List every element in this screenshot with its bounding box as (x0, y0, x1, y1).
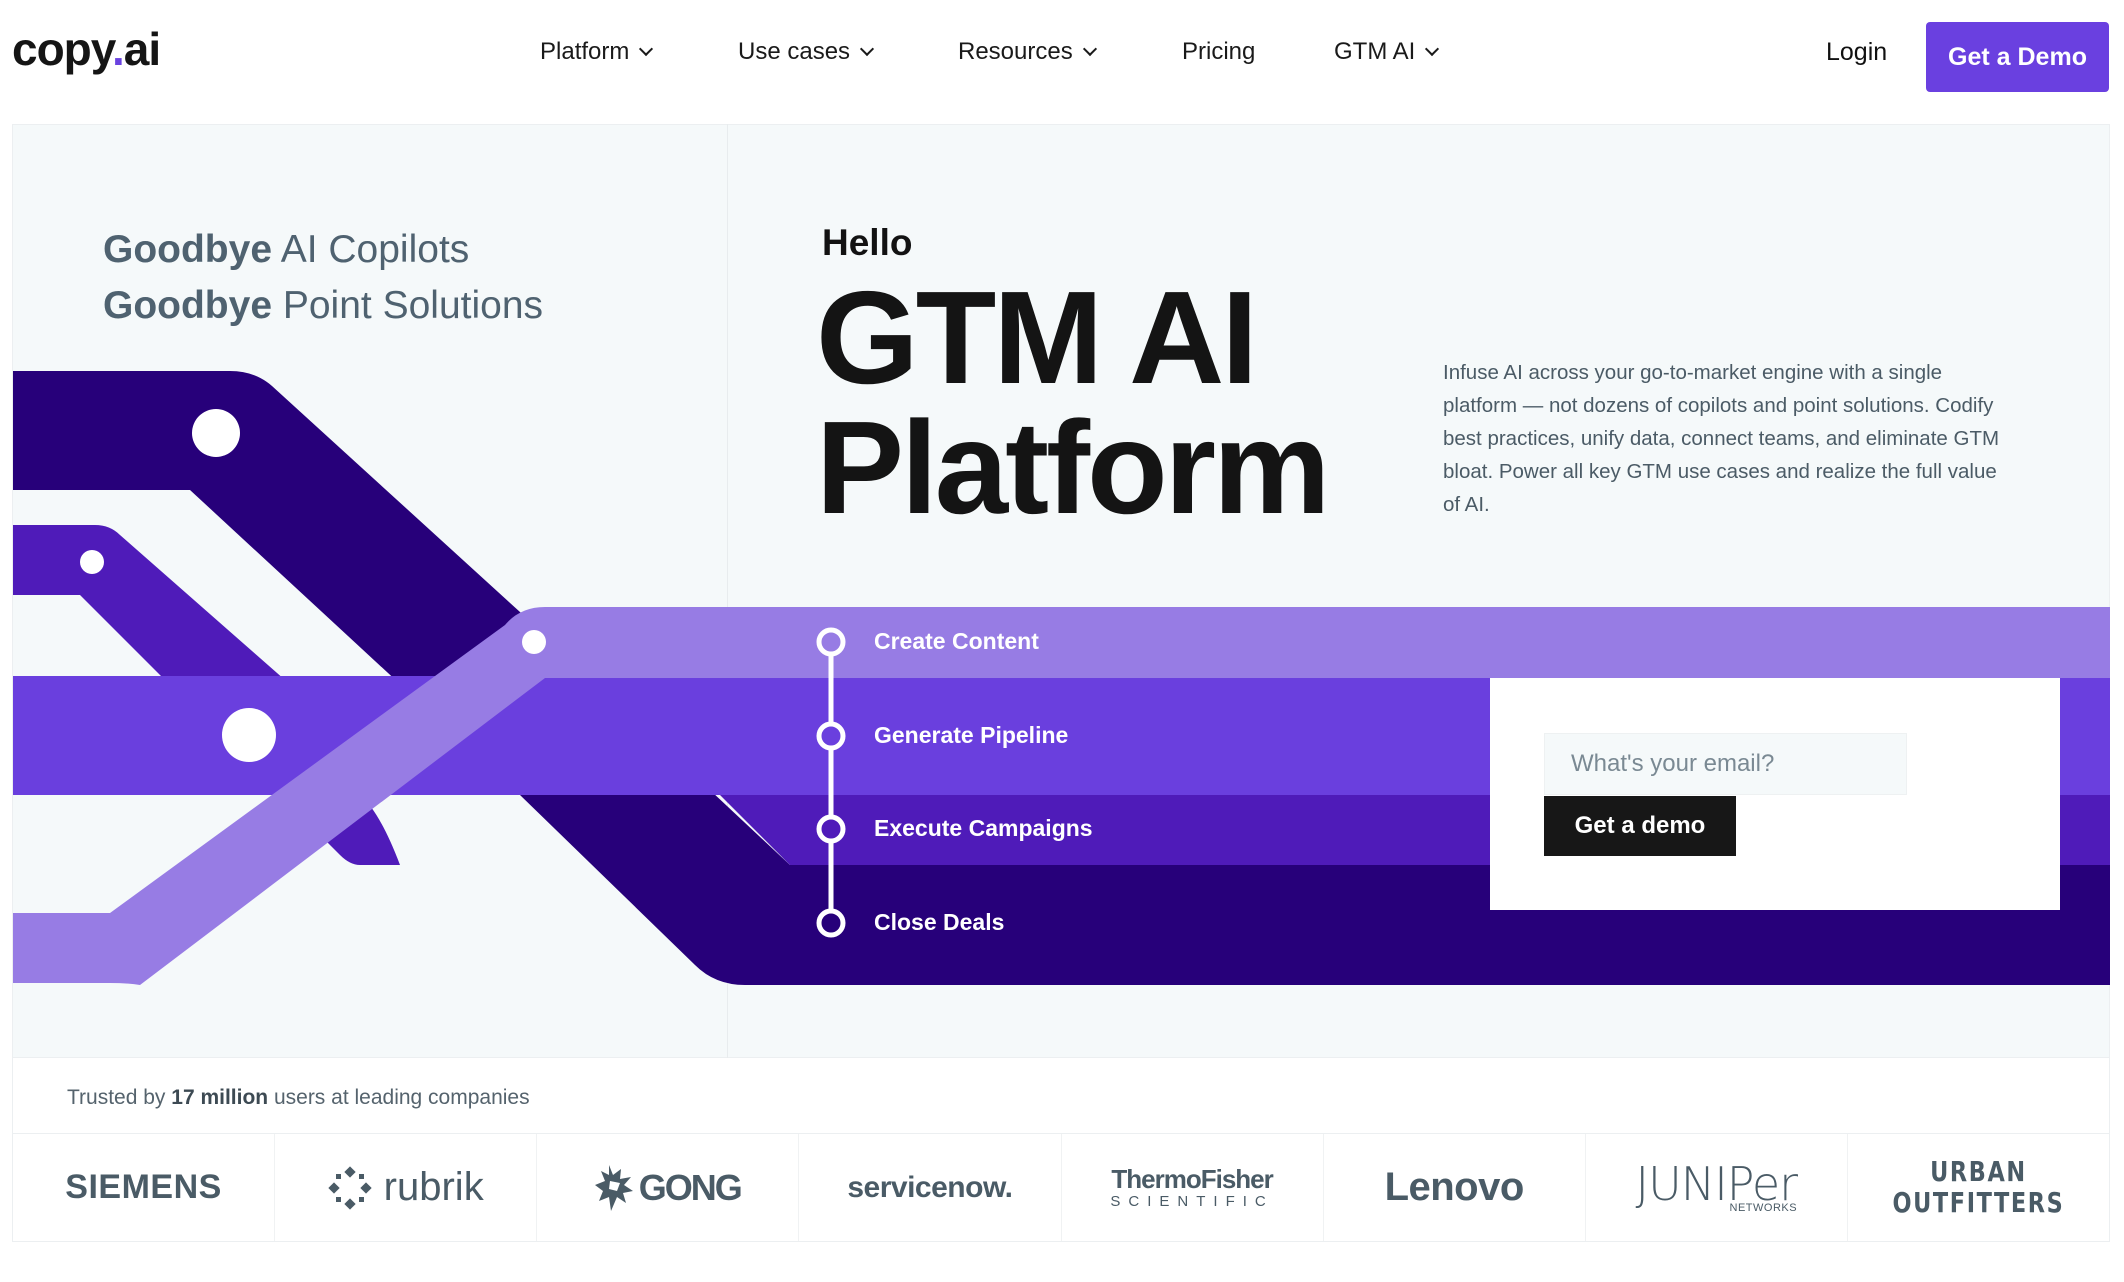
hero-title-line-1: GTM AI (816, 264, 1258, 411)
logo-juniper: JUNIPer NETWORKS (1586, 1134, 1848, 1241)
logo-text: JUNIPer (1635, 1157, 1799, 1211)
logo-text: GONG (638, 1166, 743, 1208)
goodbye-rest: Point Solutions (272, 284, 544, 327)
logo-urban-outfitters: URBAN OUTFITTERS (1848, 1134, 2109, 1241)
goodbye-bold: Goodbye (103, 284, 273, 327)
logo-lenovo: Lenovo (1324, 1134, 1586, 1241)
timeline-node (816, 721, 846, 751)
hero-hello: Hello (822, 222, 913, 263)
logo-subtext: NETWORKS (1729, 1202, 1798, 1214)
logo-text: URBAN (1930, 1154, 2027, 1188)
logo-text: rubrik (383, 1165, 484, 1209)
timeline-node (816, 814, 846, 844)
graphic-dot (192, 409, 240, 457)
get-a-demo-submit-button[interactable]: Get a demo (1544, 796, 1736, 856)
email-input[interactable] (1544, 733, 1907, 795)
logo-text: Lenovo (1384, 1165, 1525, 1209)
step-generate-pipeline: Generate Pipeline (874, 722, 1069, 748)
goodbye-line-2: Goodbye Point Solutions (103, 286, 543, 325)
logo-text: servicenow. (847, 1170, 1013, 1204)
graphic-dot (522, 630, 546, 654)
logo-thermo-fisher: ThermoFisher SCIENTIFIC (1062, 1134, 1324, 1241)
logo-gong: GONG (537, 1134, 800, 1241)
trusted-prefix: Trusted by (67, 1086, 172, 1109)
goodbye-rest: AI Copilots (272, 228, 470, 271)
goodbye-bold: Goodbye (103, 228, 273, 271)
logo-text: ThermoFisher (1111, 1164, 1273, 1194)
trusted-text: Trusted by 17 million users at leading c… (67, 1087, 530, 1108)
timeline-node (816, 908, 846, 938)
logo-subtext: SCIENTIFIC (1110, 1193, 1274, 1210)
hero-description: Infuse AI across your go-to-market engin… (1443, 361, 2000, 516)
customer-logos: SIEMENS rubrik GONG servicenow. ThermoFi… (12, 1133, 2110, 1242)
logo-servicenow: servicenow. (799, 1134, 1062, 1241)
trusted-highlight: 17 million (171, 1086, 269, 1109)
step-execute-campaigns: Execute Campaigns (874, 815, 1093, 841)
logo-rubrik: rubrik (275, 1134, 538, 1241)
logo-siemens: SIEMENS (13, 1134, 276, 1241)
graphic-dot (80, 550, 104, 574)
trusted-suffix: users at leading companies (268, 1086, 530, 1109)
hero-title-line-2: Platform (816, 394, 1330, 541)
rubrik-icon (328, 1165, 372, 1210)
timeline-node (816, 627, 846, 657)
gong-icon (594, 1164, 633, 1211)
step-create-content: Create Content (874, 628, 1039, 654)
goodbye-line-1: Goodbye AI Copilots (103, 230, 469, 269)
graphic-dot (222, 708, 276, 762)
step-close-deals: Close Deals (874, 909, 1005, 935)
logo-text: SIEMENS (65, 1168, 222, 1206)
logo-subtext: OUTFITTERS (1892, 1185, 2065, 1219)
